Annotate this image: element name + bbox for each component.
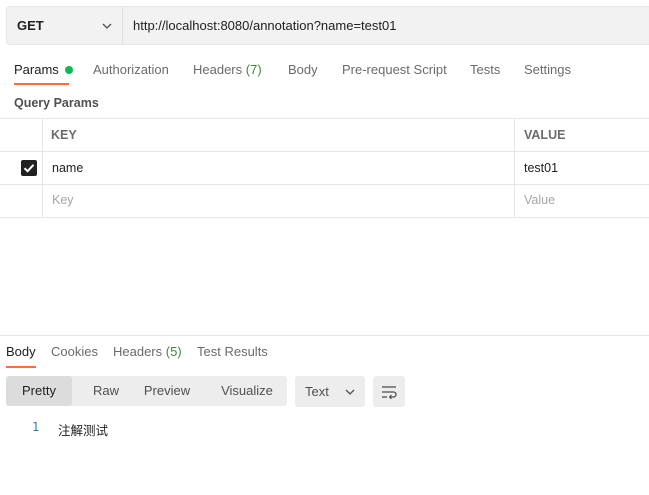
params-active-dot-icon [64, 65, 73, 74]
table-header-divider [0, 151, 649, 152]
view-visualize-button[interactable]: Visualize [212, 376, 282, 406]
format-label: Text [305, 384, 329, 399]
response-tab-headers-count: (5) [165, 344, 182, 359]
table-col-divider-value [514, 118, 515, 218]
tab-headers-count: (7) [245, 62, 262, 77]
line-number: 1 [32, 420, 40, 434]
chevron-down-icon [102, 23, 112, 29]
wrap-lines-button[interactable] [373, 376, 405, 407]
response-tab-test-results[interactable]: Test Results [197, 344, 268, 359]
new-value-input[interactable]: Value [524, 193, 555, 207]
method-select[interactable]: GET [7, 7, 123, 44]
tab-pre-request-script[interactable]: Pre-request Script [342, 62, 447, 77]
param-value-cell[interactable]: test01 [524, 161, 558, 175]
table-border-top [0, 118, 649, 119]
table-col-divider-check [42, 118, 43, 218]
column-header-value: VALUE [524, 128, 566, 142]
tab-authorization[interactable]: Authorization [93, 62, 169, 77]
view-preview-button[interactable]: Preview [140, 376, 194, 406]
tab-params-underline [14, 83, 69, 85]
view-pretty-button[interactable]: Pretty [6, 376, 72, 406]
response-tab-cookies[interactable]: Cookies [51, 344, 98, 359]
method-label: GET [17, 18, 44, 33]
query-params-title: Query Params [14, 96, 99, 110]
url-input[interactable]: http://localhost:8080/annotation?name=te… [133, 7, 396, 44]
response-divider[interactable] [0, 335, 649, 336]
format-select[interactable]: Text [295, 376, 365, 407]
checkmark-icon [23, 164, 35, 173]
url-bar: GET http://localhost:8080/annotation?nam… [6, 6, 649, 45]
tab-settings[interactable]: Settings [524, 62, 571, 77]
response-tab-headers-label: Headers [113, 344, 163, 359]
tab-headers-label: Headers [193, 62, 243, 77]
wrap-lines-icon [382, 385, 397, 399]
chevron-down-icon [345, 389, 355, 395]
new-key-input[interactable]: Key [52, 193, 74, 207]
view-mode-switcher: Pretty Raw Preview Visualize [6, 376, 287, 406]
tab-params[interactable]: Params [14, 62, 73, 77]
tab-tests[interactable]: Tests [470, 62, 500, 77]
response-tab-headers[interactable]: Headers (5) [113, 344, 182, 359]
tab-headers[interactable]: Headers (7) [193, 62, 262, 77]
response-tab-body-underline [6, 366, 36, 368]
tab-params-label: Params [14, 62, 59, 77]
column-header-key: KEY [51, 128, 77, 142]
view-raw-button[interactable]: Raw [72, 376, 140, 406]
response-tab-body[interactable]: Body [6, 344, 36, 359]
table-border-bottom [0, 217, 649, 218]
response-body-line: 注解测试 [58, 423, 109, 438]
tab-body[interactable]: Body [288, 62, 318, 77]
param-key-cell[interactable]: name [52, 161, 83, 175]
param-checkbox[interactable] [21, 160, 37, 176]
table-row-divider [0, 184, 649, 185]
